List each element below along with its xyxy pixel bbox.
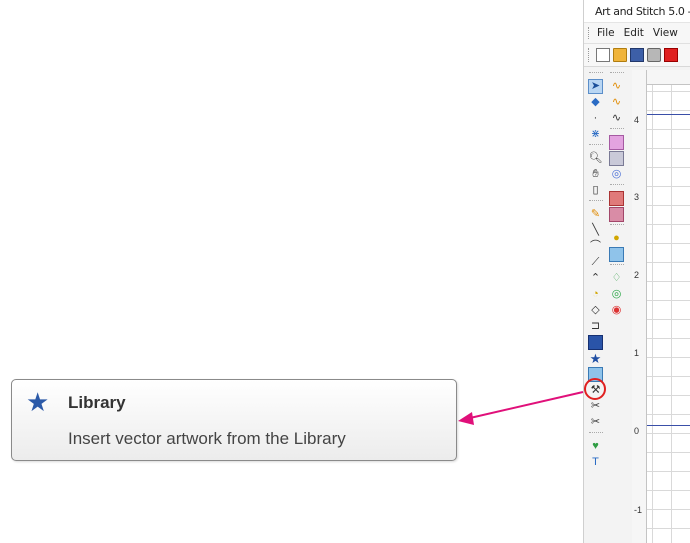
tooltip-title: Library bbox=[68, 393, 126, 412]
callout-arrow bbox=[458, 391, 584, 425]
library-tooltip: ★ Library Insert vector artwork from the… bbox=[11, 379, 457, 461]
tooltip-description: Insert vector artwork from the Library bbox=[68, 429, 346, 448]
star-icon: ★ bbox=[26, 387, 50, 417]
